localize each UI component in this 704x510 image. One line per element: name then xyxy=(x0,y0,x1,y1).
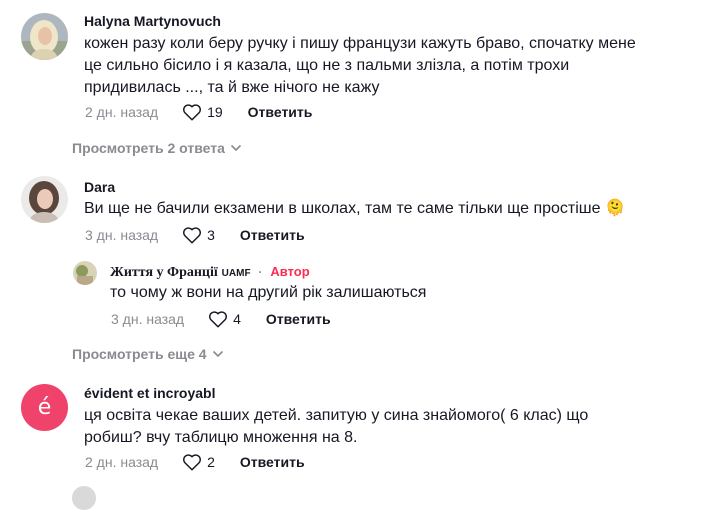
chevron-down-icon xyxy=(230,144,241,152)
comment-line: ця освіта чекае ваших детей. запитую у с… xyxy=(84,407,589,424)
avatar-letter: é xyxy=(37,395,52,420)
like-count: 19 xyxy=(207,104,223,120)
avatar[interactable] xyxy=(72,486,96,510)
comment-date: 2 дн. назад xyxy=(85,104,159,120)
avatar[interactable] xyxy=(73,261,97,285)
comment-author[interactable]: Halyna Martynovuch xyxy=(84,13,221,29)
avatar[interactable] xyxy=(21,176,68,223)
view-more-label: Просмотреть еще 4 xyxy=(72,346,207,362)
heart-icon xyxy=(183,454,202,471)
reply-button[interactable]: Ответить xyxy=(240,454,305,470)
author-badge: Автор xyxy=(270,264,310,279)
reply-author-row: Життя у Франції UAMF · Автор xyxy=(110,263,310,281)
view-replies-label: Просмотреть 2 ответа xyxy=(72,140,225,156)
chevron-down-icon xyxy=(212,350,223,358)
comment-line: придивилась ..., та й вже нічого не кажу xyxy=(84,79,380,96)
comment-text: кожен разу коли беру ручку і пишу францу… xyxy=(84,33,684,99)
heart-icon xyxy=(183,227,202,244)
comment-text: Ви ще не бачили екзамени в школах, там т… xyxy=(84,198,684,220)
separator-dot: · xyxy=(258,265,263,279)
comment-meta: 3 дн. назад 3 Ответить xyxy=(85,226,305,244)
view-replies-button[interactable]: Просмотреть 2 ответа xyxy=(72,140,242,156)
comment-line: кожен разу коли беру ручку і пишу францу… xyxy=(84,35,636,52)
reply-author[interactable]: Життя у Франції xyxy=(110,265,218,280)
reply-button[interactable]: Ответить xyxy=(248,104,313,120)
like-count: 4 xyxy=(233,311,241,327)
comment-line: це сильно бісило і я казала, що не з пал… xyxy=(84,57,570,74)
comment-line: Ви ще не бачили екзамени в школах, там т… xyxy=(84,200,625,217)
reply-meta: 3 дн. назад 4 Ответить xyxy=(111,310,331,328)
reply-button[interactable]: Ответить xyxy=(240,227,305,243)
avatar[interactable]: é xyxy=(21,384,68,431)
heart-icon xyxy=(209,311,228,328)
comment-meta: 2 дн. назад 19 Ответить xyxy=(85,103,312,121)
comment-author[interactable]: Dara xyxy=(84,179,115,195)
comment-meta: 2 дн. назад 2 Ответить xyxy=(85,453,305,471)
reply-author-suffix: UAMF xyxy=(221,268,251,279)
heart-icon xyxy=(183,104,202,121)
comment-line: робиш? вчу таблицю множення на 8. xyxy=(84,429,358,446)
avatar[interactable] xyxy=(21,13,68,60)
reply-text: то чому ж вони на другий рік залишаються xyxy=(110,284,427,301)
like-button[interactable]: 2 xyxy=(182,453,215,471)
reply-button[interactable]: Ответить xyxy=(266,311,331,327)
view-more-replies-button[interactable]: Просмотреть еще 4 xyxy=(72,346,224,362)
like-button[interactable]: 3 xyxy=(182,226,215,244)
like-button[interactable]: 19 xyxy=(182,103,223,121)
like-button[interactable]: 4 xyxy=(208,310,241,328)
comment-date: 2 дн. назад xyxy=(85,454,159,470)
reply-date: 3 дн. назад xyxy=(111,311,185,327)
like-count: 3 xyxy=(207,227,215,243)
comment-date: 3 дн. назад xyxy=(85,227,159,243)
comment-author[interactable]: évident et incroyabl xyxy=(84,385,215,401)
like-count: 2 xyxy=(207,454,215,470)
comment-text: ця освіта чекае ваших детей. запитую у с… xyxy=(84,405,684,449)
